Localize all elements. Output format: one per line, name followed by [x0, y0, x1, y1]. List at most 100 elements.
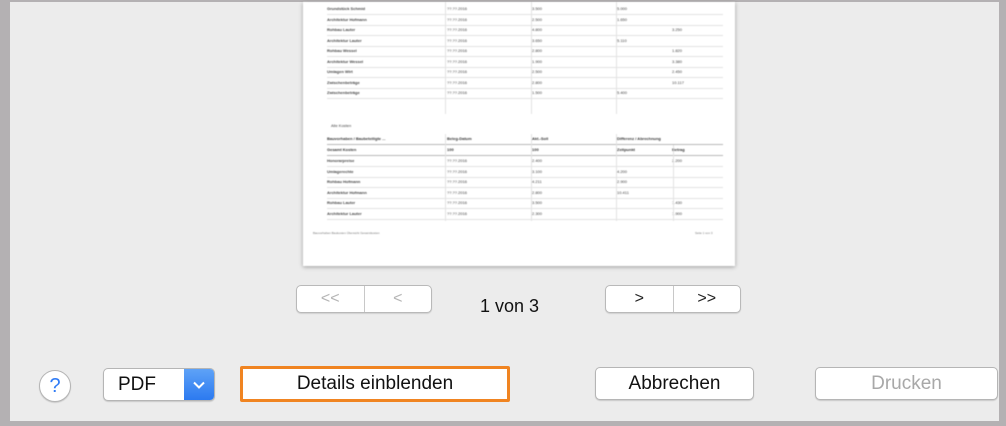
preview-table-row: Bauvorhaben / Baubeteiligte ... Beleg-Dat…	[327, 134, 723, 145]
preview-table-cell: Differenz / Abrechnung	[617, 136, 661, 141]
preview-table-cell: Gesamt Kosten	[327, 147, 357, 152]
preview-table-row: Architektur Lauter ??.??.2016 3.650 5.110	[327, 36, 723, 47]
preview-table-row: Grundstück Schmid ??.??.2016 3.500 5.000	[327, 4, 723, 15]
preview-column-divider	[445, 2, 446, 114]
preview-table-cell: Architektur Hofmann	[327, 16, 367, 22]
preview-table-cell: 3.250	[672, 27, 683, 32]
print-dialog: Grundstück Schmid ??.??.2016 3.500 5.000 Arc…	[10, 2, 999, 421]
page-indicator: 1 von 3	[480, 296, 540, 316]
preview-table-cell: 5.400	[617, 90, 628, 95]
preview-table-cell: 2.800	[532, 79, 543, 85]
preview-table-row: Zwischenbeträge ??.??.2016 1.500 5.400	[327, 88, 723, 99]
preview-table-cell: ??.??.2016	[447, 16, 468, 22]
preview-table-cell: Zwischenbeträge	[327, 90, 360, 95]
preview-table-cell: 10.117	[672, 79, 684, 85]
preview-table-cell: Bauvorhaben / Baubeteiligte ...	[327, 136, 386, 141]
preview-table-cell: 2.500	[532, 69, 543, 74]
cancel-label: Abbrechen	[628, 372, 721, 394]
preview-table-cell: 3.650	[532, 37, 543, 43]
preview-table-cell: ??.??.2016	[447, 79, 468, 85]
preview-column-divider	[616, 134, 617, 221]
last-page-button[interactable]: >>	[672, 286, 741, 312]
preview-table-cell: 3.500	[532, 200, 543, 205]
preview-table-cell: 3.500	[532, 6, 543, 11]
preview-table-cell: 3.380	[672, 58, 683, 64]
print-preview-page: Grundstück Schmid ??.??.2016 3.500 5.000 Arc…	[303, 2, 735, 266]
preview-table-cell: ??.??.2016	[447, 58, 468, 64]
preview-table-cell: 5.000	[617, 6, 628, 11]
preview-table-row: Umlagerechte ??.??.2016 3.100 4.200	[327, 167, 723, 178]
preview-table-cell: ??.??.2016	[447, 200, 468, 205]
preview-table-row: Rohbau Lauter ??.??.2016 4.800 3.250	[327, 25, 723, 36]
preview-table-cell: ??.??.2016	[447, 168, 468, 174]
preview-table-cell: ??.??.2016	[447, 210, 468, 216]
preview-table-row: Umlagen Wirt ??.??.2016 2.500 2.450	[327, 67, 723, 78]
preview-column-divider	[531, 2, 532, 114]
print-label: Drucken	[871, 372, 942, 394]
preview-table-cell: 10.411	[617, 189, 629, 195]
preview-table-cell: Beleg-Datum	[447, 136, 472, 141]
preview-table-cell: 1.820	[672, 48, 683, 53]
preview-table-row: Architektur Hofmann ??.??.2016 2.800 10.411	[327, 188, 723, 199]
pdf-menu-button[interactable]: PDF	[103, 368, 215, 401]
preview-table-cell: 2.450	[672, 69, 683, 74]
preview-table-cell: ??.??.2016	[447, 158, 468, 163]
preview-table-cell: ??.??.2016	[447, 179, 468, 184]
preview-table-cell: 2.400	[532, 158, 543, 163]
preview-table-row: Zwischenbeträge ??.??.2016 2.800 10.117	[327, 78, 723, 89]
preview-table-cell: 2.500	[532, 16, 543, 22]
preview-table-cell: ??.??.2016	[447, 90, 468, 95]
preview-table-row: Architektur Wessel ??.??.2016 1.900 3.380	[327, 57, 723, 68]
preview-table-cell: Zwischenbeträge	[327, 79, 360, 85]
preview-table-row: Honorarpreise ??.??.2016 2.400 2.200	[327, 156, 723, 167]
preview-table-cell: Rohbau Lauter	[327, 27, 356, 32]
first-page-button[interactable]: <<	[297, 286, 364, 312]
preview-table-cell: ??.??.2016	[447, 189, 468, 195]
preview-table-cell: Rohbau Wessel	[327, 48, 357, 53]
show-details-button[interactable]: Details einblenden	[240, 366, 510, 402]
preview-table-row: Gesamt Kosten 100 100 Zeitpunkt Betrag	[327, 145, 723, 156]
preview-column-divider	[673, 145, 674, 221]
preview-table-cell: Rohbau Hofmann	[327, 179, 361, 184]
preview-table-cell: Zeitpunkt	[617, 147, 635, 152]
previous-page-button[interactable]: <	[363, 286, 432, 312]
preview-table-cell: 2.800	[532, 48, 543, 53]
preview-table-cell: 4.211	[532, 179, 542, 184]
preview-table-cell: 100	[532, 147, 539, 152]
preview-table-row: Rohbau Wessel ??.??.2016 2.800 1.820	[327, 46, 723, 57]
preview-table-cell: 5.110	[617, 37, 627, 43]
preview-table-cell: 2.900	[617, 179, 628, 184]
preview-table-cell: Architektur Lauter	[327, 210, 362, 216]
preview-table-cell: Architektur Lauter	[327, 37, 362, 43]
pager-forward-group: > >>	[605, 285, 741, 313]
print-button[interactable]: Drucken	[815, 367, 998, 400]
preview-table-cell: Honorarpreise	[327, 158, 355, 163]
cancel-button[interactable]: Abbrechen	[595, 367, 754, 400]
preview-table-cell: 2.800	[532, 189, 543, 195]
preview-table-row: Rohbau Hofmann ??.??.2016 4.211 2.900	[327, 177, 723, 188]
preview-table-cell: Architektur Hofmann	[327, 189, 367, 195]
preview-table-cell: ??.??.2016	[447, 37, 468, 43]
preview-table-cell: 1.500	[532, 90, 543, 95]
preview-table-cell: 3.100	[532, 168, 543, 174]
preview-column-divider	[445, 134, 446, 221]
help-button[interactable]: ?	[39, 370, 71, 402]
question-mark-icon: ?	[49, 374, 61, 397]
preview-table-cell: 100	[447, 147, 454, 152]
preview-table-cell: 4.200	[617, 168, 628, 174]
preview-table-cell: Grundstück Schmid	[327, 6, 366, 11]
preview-table-cell: Umlagerechte	[327, 168, 354, 174]
pager-back-group: << <	[296, 285, 432, 313]
preview-table-cell: 1.900	[532, 58, 543, 64]
preview-table-cell: Akt.-Soll	[532, 136, 549, 141]
preview-table-row: Architektur Hofmann ??.??.2016 2.500 1.650	[327, 15, 723, 26]
preview-table-row: Rohbau Lauter ??.??.2016 3.500 1.430	[327, 198, 723, 209]
preview-table-cell: 4.800	[532, 27, 543, 32]
preview-table-cell: Architektur Wessel	[327, 58, 364, 64]
preview-column-divider	[616, 2, 617, 114]
next-page-button[interactable]: >	[606, 286, 673, 312]
preview-table-cell: ??.??.2016	[447, 6, 468, 11]
preview-column-divider	[531, 134, 532, 221]
preview-table-cell: ??.??.2016	[447, 69, 468, 74]
preview-footer-left: Bauvorhaben Baukosten Übersicht Gesamtko…	[313, 231, 380, 235]
